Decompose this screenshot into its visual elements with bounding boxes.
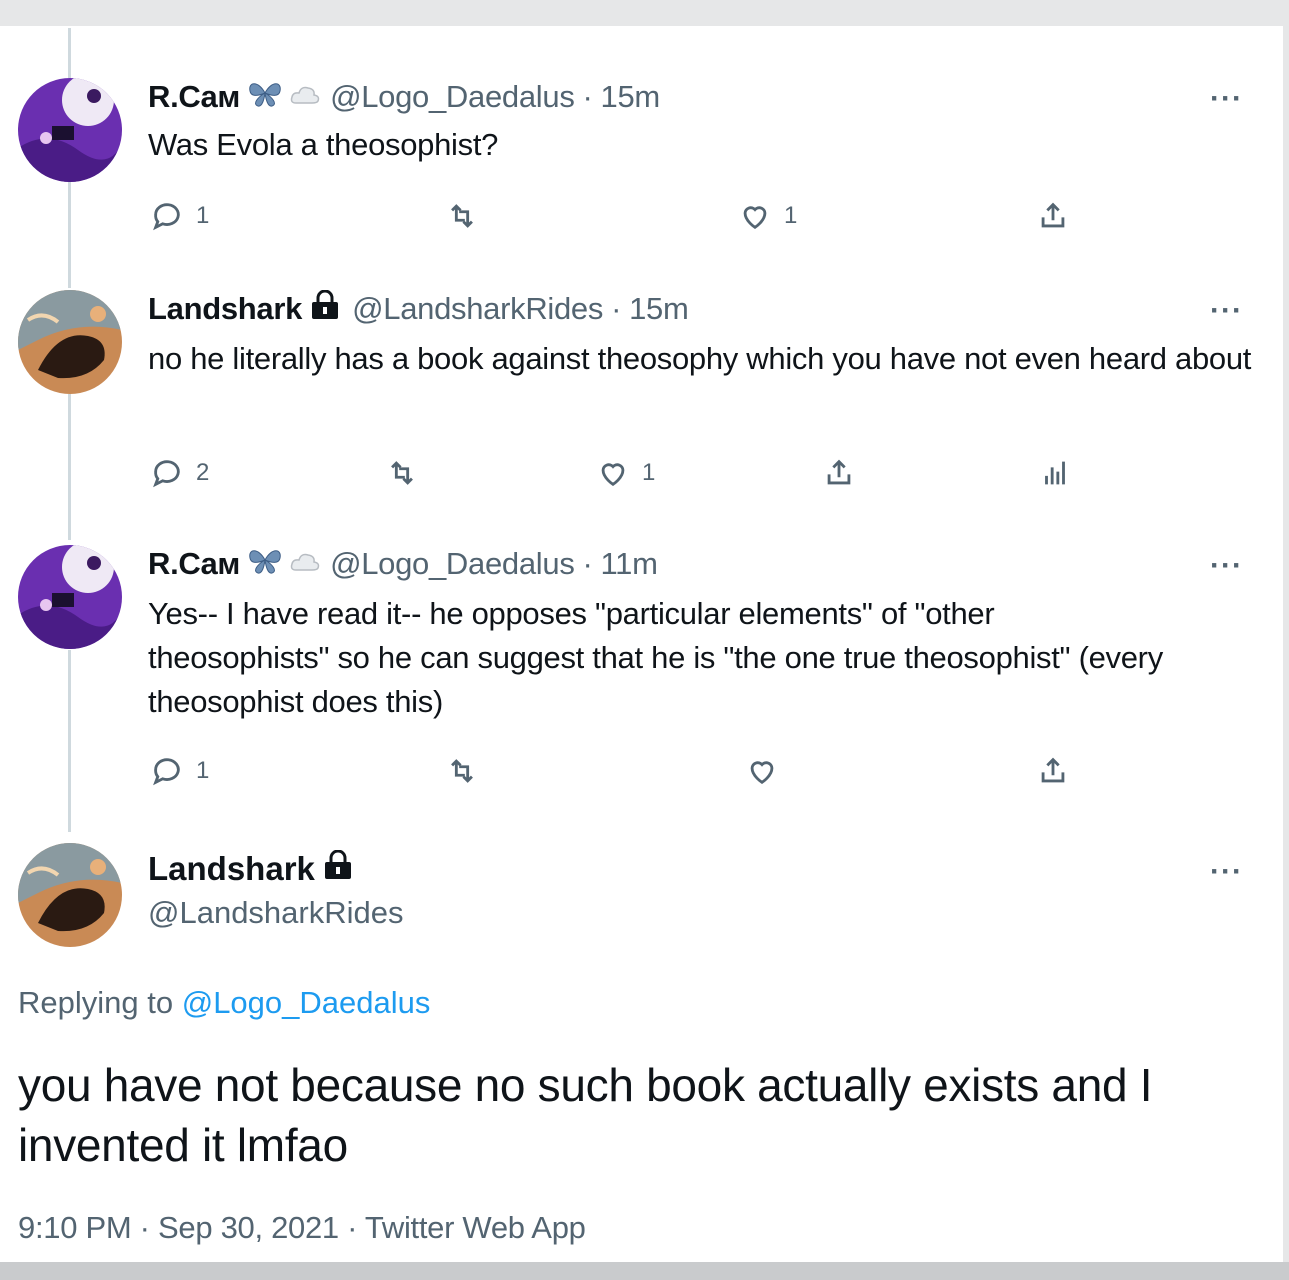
landshark-avatar-image: [18, 843, 122, 947]
main-tweet-text: you have not because no such book actual…: [18, 1059, 1153, 1171]
handle[interactable]: @LandsharkRides: [352, 291, 603, 327]
reply-button[interactable]: 1: [150, 754, 209, 788]
separator-dot: ·: [582, 79, 593, 114]
handle[interactable]: @LandsharkRides: [148, 895, 404, 931]
retweet-icon: [451, 204, 473, 228]
reply-count: 2: [196, 459, 210, 486]
reply-button[interactable]: 2: [150, 456, 209, 490]
analytics-icon: [1045, 461, 1065, 485]
analytics-button[interactable]: [1038, 456, 1072, 490]
heart-icon: [750, 761, 774, 785]
retweet-button[interactable]: [385, 456, 419, 490]
butterfly-icon: [246, 78, 284, 116]
share-icon: [1041, 202, 1065, 228]
like-button[interactable]: 1: [596, 456, 655, 490]
display-name[interactable]: R.Cам: [148, 79, 240, 115]
retweet-icon: [451, 759, 473, 783]
more-options-button[interactable]: ···: [1210, 294, 1243, 328]
lock-icon: [321, 849, 355, 888]
more-options-button[interactable]: ···: [1210, 855, 1243, 889]
timestamp[interactable]: 11m: [601, 546, 658, 582]
avatar-rcam[interactable]: [18, 545, 122, 649]
butterfly-icon: [246, 545, 284, 583]
like-button[interactable]: [745, 754, 791, 788]
top-gray-bar: [0, 0, 1289, 26]
like-count: 1: [642, 459, 656, 486]
tweet-header: R.Cам @Logo_Daedalus · 15m: [148, 78, 660, 116]
more-options-button[interactable]: ···: [1210, 549, 1243, 583]
reply-count: 1: [196, 202, 210, 229]
replying-mention-link[interactable]: @Logo_Daedalus: [182, 985, 431, 1020]
cloud-icon: [290, 546, 320, 582]
display-name[interactable]: Landshark: [148, 850, 315, 888]
thread-line: [68, 650, 71, 832]
right-gray-bar: [1283, 0, 1289, 1280]
tweet-metadata[interactable]: 9:10 PM · Sep 30, 2021 · Twitter Web App: [18, 1210, 586, 1246]
thread-line: [68, 394, 71, 540]
replying-prefix: Replying to: [18, 985, 174, 1020]
avatar-landshark[interactable]: [18, 290, 122, 394]
heart-icon: [743, 206, 767, 230]
display-name[interactable]: Landshark: [148, 291, 302, 327]
share-button[interactable]: [1036, 199, 1070, 233]
tweet-text: no he literally has a book against theos…: [148, 341, 1252, 376]
share-icon: [1041, 757, 1065, 783]
share-button[interactable]: [1036, 754, 1070, 788]
lock-icon: [308, 289, 342, 328]
separator-dot: ·: [611, 291, 622, 326]
heart-icon: [601, 463, 625, 487]
reply-icon: [153, 203, 180, 231]
timestamp[interactable]: 15m: [601, 79, 661, 115]
avatar-landshark[interactable]: [18, 843, 122, 947]
replying-to: Replying to @Logo_Daedalus: [18, 985, 430, 1021]
handle[interactable]: @Logo_Daedalus: [330, 79, 575, 115]
display-name[interactable]: R.Cам: [148, 546, 240, 582]
tweet-header: R.Cам @Logo_Daedalus · 11m: [148, 545, 658, 583]
handle[interactable]: @Logo_Daedalus: [330, 546, 575, 582]
avatar-rcam[interactable]: [18, 78, 122, 182]
main-display-name-row: Landshark: [148, 849, 355, 888]
bottom-gray-bar: [0, 1262, 1289, 1280]
cloud-icon: [290, 79, 320, 115]
retweet-button[interactable]: [445, 199, 479, 233]
landshark-avatar-image: [18, 290, 122, 394]
thread-line: [68, 28, 71, 78]
retweet-button[interactable]: [445, 754, 479, 788]
reply-icon: [153, 460, 180, 488]
reply-icon: [153, 758, 180, 786]
tweet-text: Yes-- I have read it-- he opposes "parti…: [148, 596, 1163, 719]
like-button[interactable]: 1: [738, 199, 797, 233]
reply-button[interactable]: 1: [150, 199, 209, 233]
separator-dot: ·: [582, 546, 593, 581]
rcam-avatar-image: [18, 78, 122, 182]
timestamp[interactable]: 15m: [629, 291, 689, 327]
like-count: 1: [784, 202, 798, 229]
thread-line: [68, 182, 71, 288]
tweet-header: Landshark @LandsharkRides · 15m: [148, 289, 689, 328]
share-button[interactable]: [822, 456, 856, 490]
tweet-text: Was Evola a theosophist?: [148, 127, 499, 162]
retweet-icon: [391, 461, 413, 485]
share-icon: [827, 459, 851, 485]
more-options-button[interactable]: ···: [1210, 82, 1243, 116]
rcam-avatar-image: [18, 545, 122, 649]
reply-count: 1: [196, 757, 210, 784]
